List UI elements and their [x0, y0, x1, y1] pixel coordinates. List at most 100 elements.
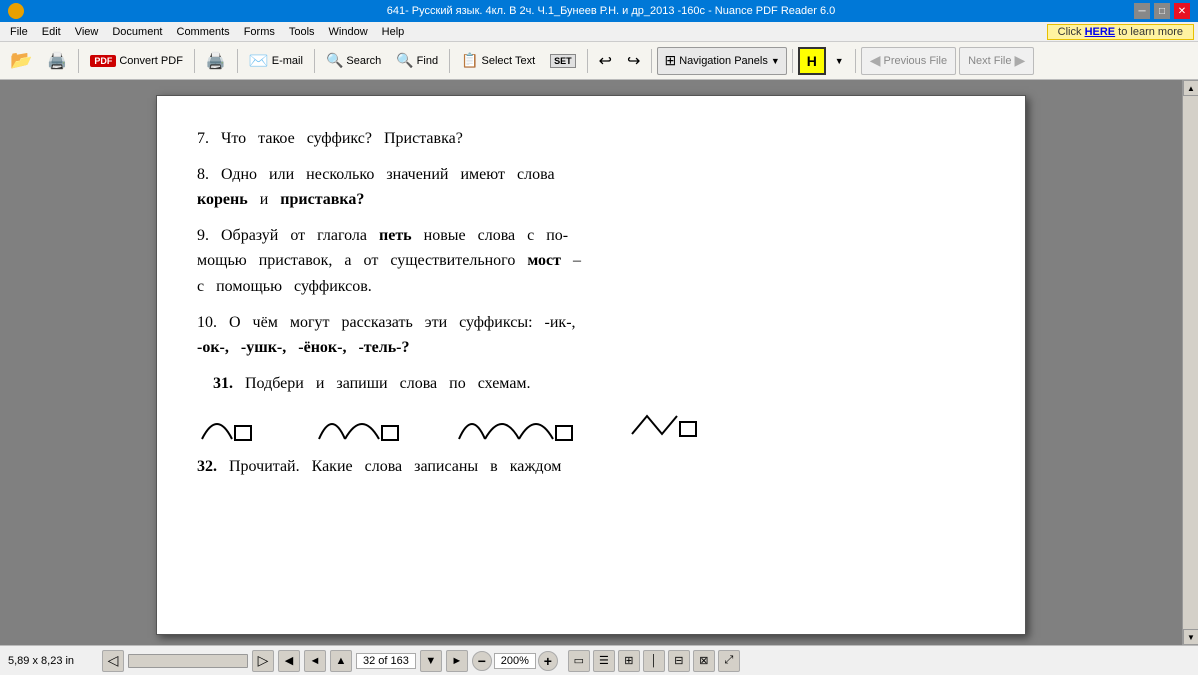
ad-banner: Click HERE to learn more [1047, 24, 1194, 40]
set-button[interactable]: SET [544, 46, 582, 76]
nav-panels-arrow-icon: ▼ [771, 56, 780, 66]
view-separator-button[interactable]: │ [643, 650, 665, 672]
schema-shape-1 [197, 404, 277, 444]
prev-file-label: Previous File [883, 55, 947, 67]
scroll-left-button[interactable]: ◁ [102, 650, 124, 672]
print-button[interactable]: 🖨️ [41, 46, 73, 76]
nav-next-button[interactable]: ► [446, 650, 468, 672]
separator-9 [855, 49, 856, 73]
toolbar: 📂 🖨️ PDF Convert PDF 🖨️ ✉️ E-mail 🔍 Sear… [0, 42, 1198, 80]
next-file-button[interactable]: Next File ▶ [959, 47, 1034, 75]
nav-prev-button[interactable]: ◄ [304, 650, 326, 672]
scroll-down-button[interactable]: ▼ [1183, 629, 1198, 645]
menu-document[interactable]: Document [106, 25, 168, 39]
set-icon: SET [550, 54, 576, 68]
open-button[interactable]: 📂 [4, 46, 38, 76]
navigation-panels-button[interactable]: ⊞ Navigation Panels ▼ [657, 47, 786, 75]
separator-5 [449, 49, 450, 73]
scroll-right-button[interactable]: ▷ [252, 650, 274, 672]
scroll-track[interactable] [1183, 96, 1198, 629]
menu-view[interactable]: View [69, 25, 105, 39]
highlight-button[interactable]: H [798, 47, 826, 75]
maximize-button[interactable]: □ [1154, 3, 1170, 19]
view-continuous-button[interactable]: ☰ [593, 650, 615, 672]
redo-icon: ↪ [627, 51, 640, 71]
zoom-in-button[interactable]: + [538, 651, 558, 671]
schema-shapes [197, 404, 985, 444]
email-button[interactable]: ✉️ E-mail [243, 46, 309, 76]
nav-panels-icon: ⊞ [664, 52, 676, 69]
menu-window[interactable]: Window [323, 25, 374, 39]
zoom-value: 200% [494, 653, 536, 669]
next-file-label: Next File [968, 55, 1011, 67]
separator-1 [78, 49, 79, 73]
page-info: 32 of 163 [356, 653, 416, 669]
view-fullscreen-button[interactable]: ⤢ [718, 650, 740, 672]
menu-comments[interactable]: Comments [171, 25, 236, 39]
main-area: 7. Что такое суффикс? Приставка? 8. Одно… [0, 80, 1198, 645]
menu-bar: File Edit View Document Comments Forms T… [0, 22, 1198, 42]
right-scrollbar[interactable]: ▲ ▼ [1182, 80, 1198, 645]
view-facing-button[interactable]: ⊞ [618, 650, 640, 672]
find-label: Find [417, 55, 438, 67]
menu-tools[interactable]: Tools [283, 25, 321, 39]
nav-first-button[interactable]: ◀ [278, 650, 300, 672]
highlight-label: H [807, 53, 817, 69]
undo-button[interactable]: ↩ [593, 46, 618, 76]
nav-down-button[interactable]: ▼ [420, 650, 442, 672]
undo-icon: ↩ [599, 51, 612, 71]
pdf-item-7: 7. Что такое суффикс? Приставка? [197, 126, 985, 152]
print-icon: 🖨️ [47, 51, 67, 71]
next-file-icon: ▶ [1014, 52, 1025, 69]
highlight-arrow-icon: ▼ [835, 56, 844, 66]
select-button[interactable]: 📋 Select Text [455, 46, 541, 76]
view-single-button[interactable]: ▭ [568, 650, 590, 672]
search-button[interactable]: 🔍 Search [320, 46, 387, 76]
redo-button[interactable]: ↪ [621, 46, 646, 76]
menu-help[interactable]: Help [376, 25, 411, 39]
pdf-item-8: 8. Одно или несколько значений имеют сло… [197, 162, 985, 213]
previous-file-button[interactable]: ◀ Previous File [861, 47, 956, 75]
zoom-control: − 200% + [472, 651, 558, 671]
find-button[interactable]: 🔍 Find [390, 46, 444, 76]
separator-4 [314, 49, 315, 73]
email-icon: ✉️ [249, 51, 269, 71]
search-icon: 🔍 [326, 52, 343, 69]
scroll-up-button[interactable]: ▲ [1183, 80, 1198, 96]
page-nav: ◀ ◄ ▲ 32 of 163 ▼ ► [278, 650, 468, 672]
menu-file[interactable]: File [4, 25, 34, 39]
close-button[interactable]: ✕ [1174, 3, 1190, 19]
convert-label: Convert PDF [119, 55, 183, 67]
convert-pdf-button[interactable]: PDF Convert PDF [84, 46, 189, 76]
view-layout1-button[interactable]: ⊟ [668, 650, 690, 672]
menu-edit[interactable]: Edit [36, 25, 67, 39]
pdf-item-31: 31. Подбери и запиши слова по схемам. [197, 371, 985, 445]
view-icons: ▭ ☰ ⊞ │ ⊟ ⊠ ⤢ [568, 650, 740, 672]
schema-shape-3 [457, 404, 587, 444]
title-bar: 641- Русский язык. 4кл. В 2ч. Ч.1_Бунеев… [0, 0, 1198, 22]
select-icon: 📋 [461, 52, 478, 69]
separator-7 [651, 49, 652, 73]
schema-shape-2 [317, 404, 417, 444]
separator-3 [237, 49, 238, 73]
pdf-item-32: 32. Прочитай. Какие слова записаны в каж… [197, 454, 985, 480]
print2-icon: 🖨️ [206, 51, 226, 71]
highlight-arrow-button[interactable]: ▼ [829, 46, 850, 76]
window-title: 641- Русский язык. 4кл. В 2ч. Ч.1_Бунеев… [88, 5, 1134, 17]
zoom-out-button[interactable]: − [472, 651, 492, 671]
nav-up-button[interactable]: ▲ [330, 650, 352, 672]
pdf-container[interactable]: 7. Что такое суффикс? Приставка? 8. Одно… [0, 80, 1182, 645]
nav-panels-label: Navigation Panels [679, 55, 768, 67]
ad-here-link[interactable]: HERE [1085, 26, 1116, 38]
pdf-item-10: 10. О чём могут рассказать эти суффиксы:… [197, 310, 985, 361]
schema-shape-4 [627, 404, 717, 444]
horizontal-scrollbar[interactable] [128, 654, 248, 668]
view-layout2-button[interactable]: ⊠ [693, 650, 715, 672]
find-icon: 🔍 [396, 52, 413, 69]
menu-forms[interactable]: Forms [238, 25, 281, 39]
print2-button[interactable]: 🖨️ [200, 46, 232, 76]
email-label: E-mail [272, 55, 303, 67]
minimize-button[interactable]: ─ [1134, 3, 1150, 19]
separator-6 [587, 49, 588, 73]
prev-file-icon: ◀ [870, 52, 881, 69]
